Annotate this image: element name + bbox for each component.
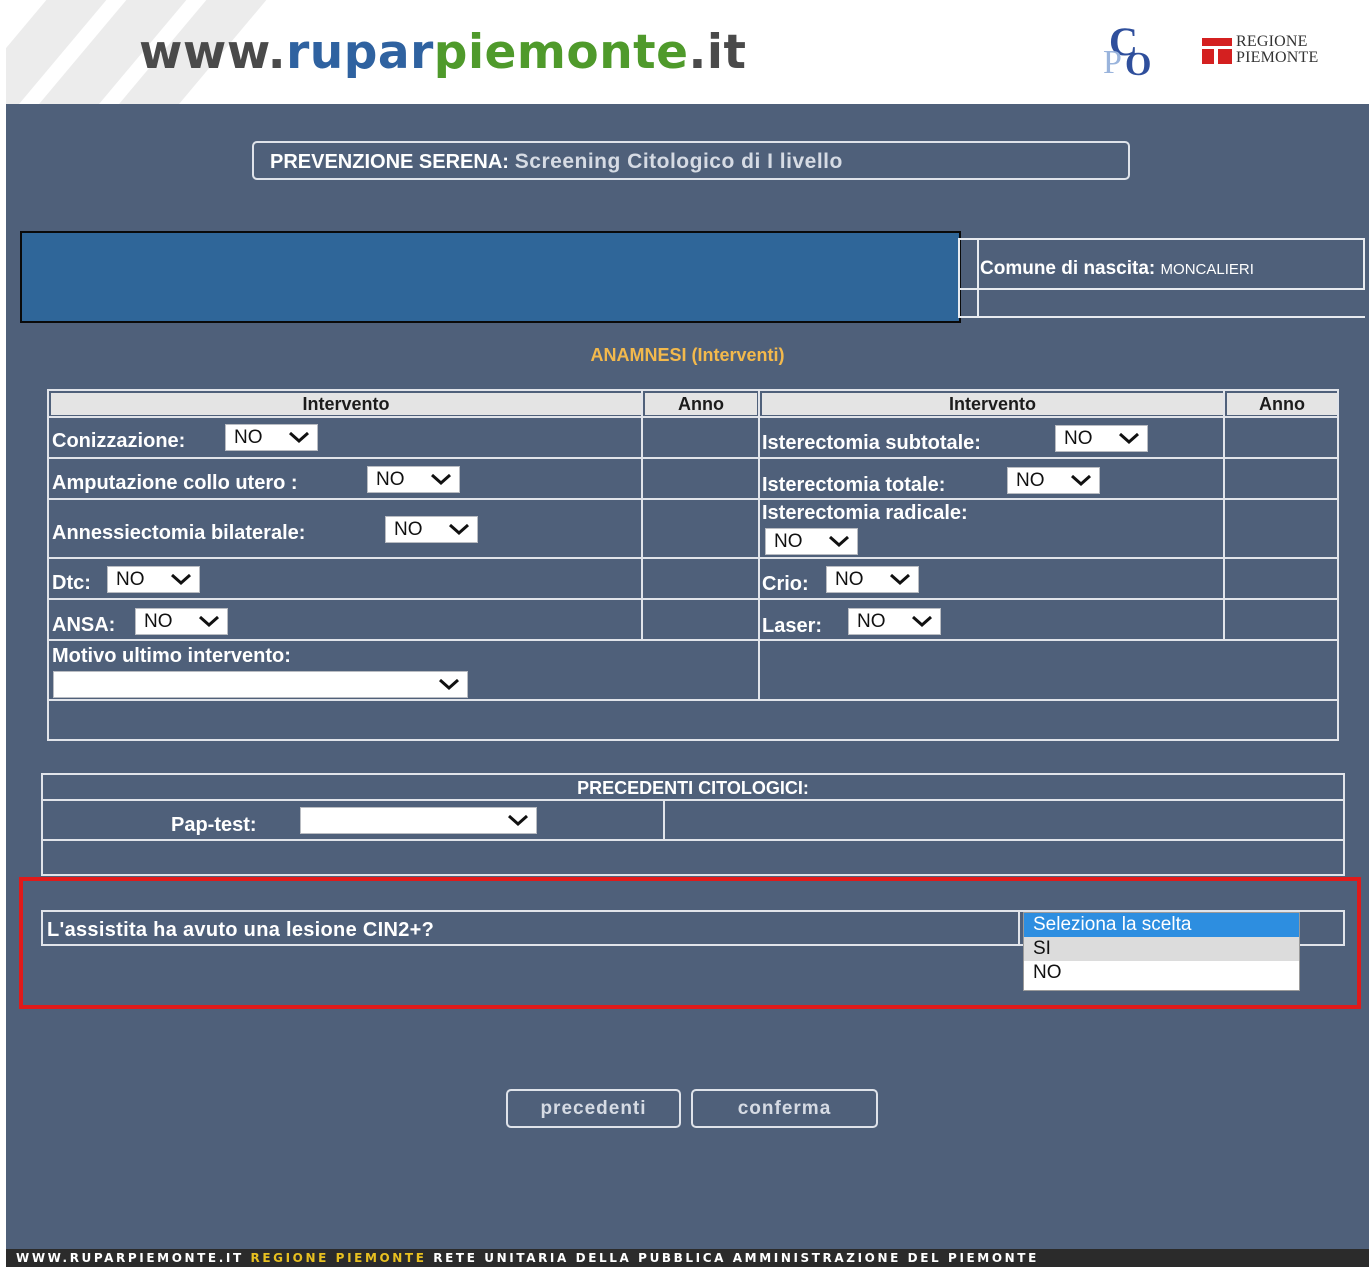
amputazione-value: NO	[376, 469, 405, 490]
motivo-select[interactable]	[53, 671, 468, 698]
regione-line2: PIEMONTE	[1236, 49, 1319, 66]
crio-label: Crio:	[762, 573, 809, 595]
pap-test-select[interactable]	[300, 807, 537, 834]
regione-logo-text: REGIONE PIEMONTE	[1236, 34, 1318, 66]
patient-info-redacted	[20, 231, 961, 323]
cpo-logo: C P O	[1101, 22, 1163, 82]
laser-label: Laser:	[762, 615, 823, 637]
precedenti-title: PRECEDENTI CITOLOGICI:	[577, 778, 809, 798]
cin2-option-si[interactable]: SI	[1024, 937, 1299, 961]
isterectomia-radicale-label: Isterectomia radicale:	[762, 502, 968, 524]
isterectomia-subtotale-select[interactable]: NO	[1055, 425, 1148, 452]
footer-regione: REGIONE PIEMONTE	[250, 1251, 427, 1265]
page-title: PREVENZIONE SERENA: Screening Citologico…	[270, 150, 843, 174]
birth-info-box: Comune di nascita: MONCALIERI	[958, 238, 1365, 318]
logo-piemonte: piemonte	[433, 25, 689, 80]
isterectomia-radicale-select[interactable]: NO	[765, 528, 858, 555]
cpo-logo-o: O	[1125, 46, 1152, 83]
dtc-select[interactable]: NO	[107, 566, 200, 593]
interventions-table: Intervento Anno Intervento Anno Conizzaz…	[47, 389, 1339, 741]
footer-rete: RETE UNITARIA DELLA PUBBLICA AMMINISTRAZ…	[433, 1251, 1039, 1265]
cin2-dropdown-list[interactable]: Seleziona la scelta SI NO	[1023, 912, 1300, 991]
ansa-label: ANSA:	[52, 614, 116, 636]
site-logo[interactable]: www.ruparpiemonte.it	[139, 25, 746, 80]
col-header-anno-right: Anno	[1227, 393, 1337, 415]
conizzazione-value: NO	[234, 427, 263, 448]
chevron-down-icon	[171, 573, 191, 586]
chevron-down-icon	[890, 573, 910, 586]
dtc-label: Dtc:	[52, 572, 91, 594]
annessiectomia-label: Annessiectomia bilaterale:	[52, 522, 306, 544]
main-panel: PREVENZIONE SERENA: Screening Citologico…	[6, 104, 1369, 1249]
cin2-question-label: L'assistita ha avuto una lesione CIN2+?	[47, 919, 435, 941]
isterectomia-subtotale-label: Isterectomia subtotale:	[762, 432, 981, 454]
precedenti-citologici-table: PRECEDENTI CITOLOGICI: Pap-test:	[41, 773, 1345, 876]
chevron-down-icon	[289, 431, 309, 444]
motivo-label: Motivo ultimo intervento:	[52, 645, 291, 667]
chevron-down-icon	[912, 615, 932, 628]
conferma-button[interactable]: conferma	[691, 1089, 878, 1128]
laser-select[interactable]: NO	[848, 608, 941, 635]
col-header-intervento-right: Intervento	[762, 393, 1223, 415]
col-header-anno-left: Anno	[645, 393, 757, 415]
regione-line1: REGIONE	[1236, 33, 1308, 50]
isterectomia-totale-value: NO	[1016, 470, 1045, 491]
cin2-option-seleziona[interactable]: Seleziona la scelta	[1024, 913, 1299, 937]
birth-place-label: Comune di nascita:	[980, 258, 1156, 279]
logo-rupar: rupar	[286, 25, 434, 80]
crio-value: NO	[835, 569, 864, 590]
site-header: www.ruparpiemonte.it C P O REGIONE PIEMO…	[6, 0, 1369, 104]
chevron-down-icon	[431, 473, 451, 486]
isterectomia-totale-label: Isterectomia totale:	[762, 474, 946, 496]
isterectomia-radicale-value: NO	[774, 531, 803, 552]
page-title-subtitle: Screening Citologico di I livello	[514, 150, 843, 173]
ansa-value: NO	[144, 611, 173, 632]
col-header-intervento-left: Intervento	[51, 393, 641, 415]
chevron-down-icon	[449, 523, 469, 536]
laser-value: NO	[857, 611, 886, 632]
logo-prefix: www.	[139, 25, 287, 80]
cin2-option-no[interactable]: NO	[1024, 961, 1299, 985]
chevron-down-icon	[1071, 474, 1091, 487]
amputazione-select[interactable]: NO	[367, 466, 460, 493]
conizzazione-select[interactable]: NO	[225, 424, 318, 451]
regione-flag-icon	[1202, 38, 1232, 64]
isterectomia-totale-select[interactable]: NO	[1007, 467, 1100, 494]
conizzazione-label: Conizzazione:	[52, 430, 186, 452]
crio-select[interactable]: NO	[826, 566, 919, 593]
amputazione-label: Amputazione collo utero :	[52, 472, 298, 494]
cpo-logo-p: P	[1103, 44, 1122, 81]
site-footer: WWW.RUPARPIEMONTE.IT REGIONE PIEMONTE RE…	[6, 1249, 1369, 1267]
chevron-down-icon	[199, 615, 219, 628]
dtc-value: NO	[116, 569, 145, 590]
pap-test-label: Pap-test:	[171, 814, 257, 836]
annessiectomia-select[interactable]: NO	[385, 516, 478, 543]
annessiectomia-value: NO	[394, 519, 423, 540]
chevron-down-icon	[508, 814, 528, 827]
isterectomia-subtotale-value: NO	[1064, 428, 1093, 449]
precedenti-button[interactable]: precedenti	[506, 1089, 681, 1128]
chevron-down-icon	[829, 535, 849, 548]
page-title-box: PREVENZIONE SERENA: Screening Citologico…	[252, 141, 1130, 180]
birth-place: Comune di nascita: MONCALIERI	[980, 258, 1254, 280]
birth-place-value: MONCALIERI	[1160, 261, 1254, 278]
chevron-down-icon	[439, 678, 459, 691]
anamnesi-section-title: ANAMNESI (Interventi)	[590, 345, 785, 365]
logo-suffix: .it	[688, 25, 747, 80]
ansa-select[interactable]: NO	[135, 608, 228, 635]
footer-site-url: WWW.RUPARPIEMONTE.IT	[16, 1251, 244, 1265]
page-title-prefix: PREVENZIONE SERENA:	[270, 151, 509, 173]
chevron-down-icon	[1119, 432, 1139, 445]
